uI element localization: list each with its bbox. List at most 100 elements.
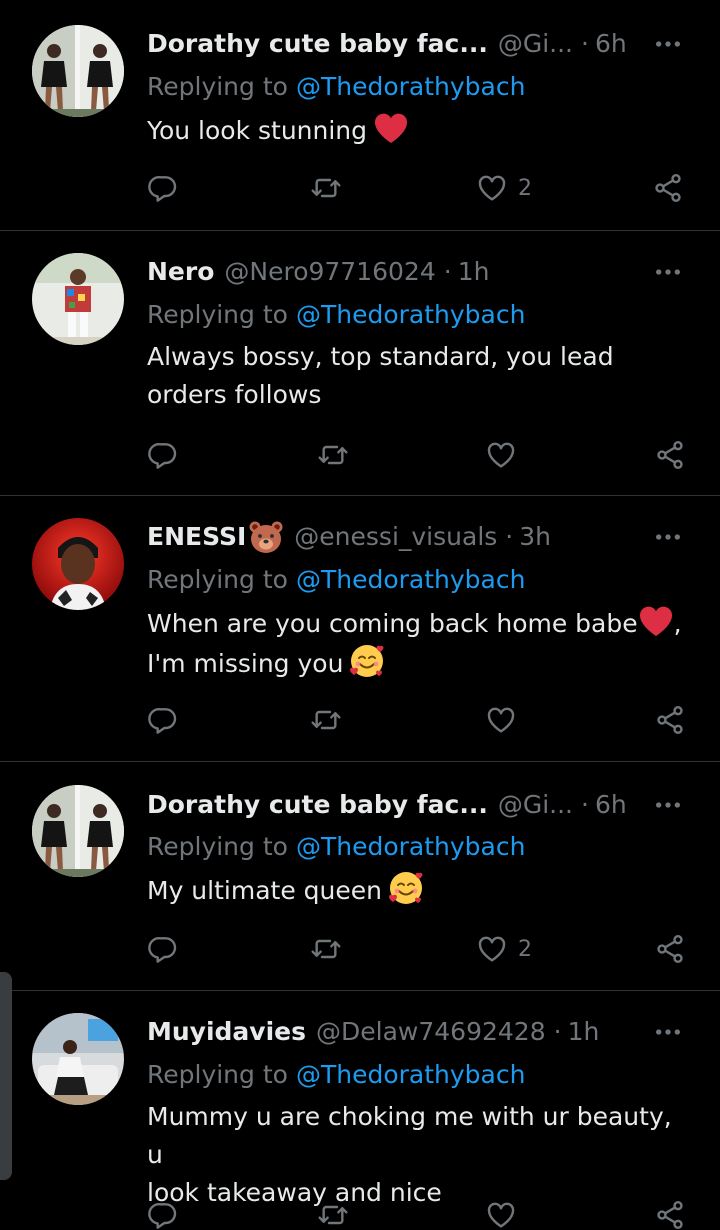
mention-link[interactable]: @Thedorathybach: [296, 1060, 525, 1089]
reply-text-line: Always bossy, top standard, you lead: [147, 342, 614, 371]
bear-face-emoji: [248, 519, 284, 555]
reply-header: Nero @Nero97716024 · 1h: [147, 254, 489, 290]
like-icon: [476, 172, 508, 204]
separator-dot: ·: [581, 790, 589, 819]
action-bar: [147, 700, 692, 740]
user-handle[interactable]: @Gi...: [498, 787, 573, 823]
retweet-icon: [317, 1199, 349, 1230]
display-name[interactable]: Muyidavies: [147, 1014, 306, 1050]
like-button[interactable]: 2: [476, 929, 532, 969]
user-handle[interactable]: @Delaw74692428: [316, 1014, 546, 1050]
replying-to-label: Replying to: [147, 832, 288, 861]
display-name[interactable]: ENESSI: [147, 519, 246, 555]
reply-text-line: Mummy u are choking me with ur beauty, u: [147, 1102, 672, 1169]
share-icon: [654, 933, 686, 965]
timestamp[interactable]: 1h: [568, 1014, 600, 1050]
like-button[interactable]: 2: [476, 168, 532, 208]
retweet-button[interactable]: [317, 1195, 349, 1230]
red-heart-emoji: [373, 110, 409, 146]
timestamp[interactable]: 6h: [595, 787, 627, 823]
scroll-edge-handle[interactable]: [0, 972, 12, 1180]
timestamp[interactable]: 1h: [458, 254, 490, 290]
display-name[interactable]: Dorathy cute baby fac...: [147, 26, 488, 62]
timestamp[interactable]: 3h: [519, 519, 551, 555]
action-bar: [147, 435, 692, 475]
share-icon: [652, 172, 684, 204]
retweet-icon: [310, 172, 342, 204]
reply-button[interactable]: [147, 435, 179, 475]
share-icon: [654, 439, 686, 471]
smiling-face-with-hearts-emoji: [349, 643, 385, 679]
reply-icon: [147, 704, 179, 736]
avatar[interactable]: [32, 785, 124, 877]
reply-header: Dorathy cute baby fac... @Gi... · 6h: [147, 787, 627, 823]
like-icon: [476, 933, 508, 965]
mention-link[interactable]: @Thedorathybach: [296, 832, 525, 861]
user-handle[interactable]: @Gi...: [498, 26, 573, 62]
retweet-button[interactable]: [310, 929, 342, 969]
separator-dot: ·: [581, 29, 589, 58]
avatar[interactable]: [32, 1013, 124, 1105]
avatar[interactable]: [32, 25, 124, 117]
display-name[interactable]: Nero: [147, 254, 214, 290]
reply-text-line: orders follows: [147, 380, 322, 409]
display-name[interactable]: Dorathy cute baby fac...: [147, 787, 488, 823]
reply-button[interactable]: [147, 700, 179, 740]
reply-card[interactable]: ENESSI @enessi_visuals · 3h Replying to @…: [0, 496, 720, 761]
share-button[interactable]: [654, 435, 686, 475]
reply-icon: [147, 1199, 179, 1230]
like-count: 2: [518, 936, 532, 962]
like-icon: [485, 1199, 517, 1230]
reply-text-line: I'm missing you: [147, 649, 344, 678]
separator-dot: ·: [505, 522, 514, 551]
share-button[interactable]: [652, 168, 684, 208]
reply-button[interactable]: [147, 929, 179, 969]
reply-card[interactable]: Nero @Nero97716024 · 1h Replying to @Thed…: [0, 231, 720, 496]
reply-button[interactable]: [147, 1195, 179, 1230]
action-bar: 2: [147, 168, 692, 208]
replying-to: Replying to @Thedorathybach: [147, 829, 525, 865]
red-heart-emoji: [638, 603, 674, 639]
user-handle[interactable]: @enessi_visuals: [294, 519, 497, 555]
retweet-button[interactable]: [317, 435, 349, 475]
share-icon: [654, 1199, 686, 1230]
like-button[interactable]: [485, 1195, 527, 1230]
reply-icon: [147, 172, 179, 204]
more-options-icon[interactable]: [650, 787, 686, 823]
reply-card[interactable]: Dorathy cute baby fac... @Gi... · 6h Rep…: [0, 762, 720, 990]
retweet-button[interactable]: [310, 168, 342, 208]
separator-dot: ·: [553, 1017, 562, 1046]
reply-card[interactable]: Muyidavies @Delaw74692428 · 1h Replying …: [0, 991, 720, 1230]
more-options-icon[interactable]: [650, 519, 686, 555]
retweet-button[interactable]: [310, 700, 342, 740]
reply-header: Dorathy cute baby fac... @Gi... · 6h: [147, 26, 627, 62]
separator-dot: ·: [443, 257, 452, 286]
share-button[interactable]: [654, 1195, 686, 1230]
action-bar: 2: [147, 929, 692, 969]
avatar[interactable]: [32, 518, 124, 610]
reply-text-line: My ultimate queen: [147, 876, 382, 905]
retweet-icon: [317, 439, 349, 471]
more-options-icon[interactable]: [650, 1014, 686, 1050]
retweet-icon: [310, 933, 342, 965]
like-icon: [485, 439, 517, 471]
mention-link[interactable]: @Thedorathybach: [296, 300, 525, 329]
replying-to: Replying to @Thedorathybach: [147, 1057, 525, 1093]
more-options-icon[interactable]: [650, 26, 686, 62]
reply-card[interactable]: Dorathy cute baby fac... @Gi... · 6h Rep…: [0, 0, 720, 231]
like-button[interactable]: [485, 700, 527, 740]
mention-link[interactable]: @Thedorathybach: [296, 72, 525, 101]
reply-icon: [147, 933, 179, 965]
share-button[interactable]: [654, 700, 686, 740]
reply-text: You look stunning: [147, 110, 692, 150]
share-button[interactable]: [654, 929, 686, 969]
avatar[interactable]: [32, 253, 124, 345]
reply-button[interactable]: [147, 168, 179, 208]
more-options-icon[interactable]: [650, 254, 686, 290]
mention-link[interactable]: @Thedorathybach: [296, 565, 525, 594]
replying-to: Replying to @Thedorathybach: [147, 297, 525, 333]
user-handle[interactable]: @Nero97716024: [224, 254, 435, 290]
replying-to-label: Replying to: [147, 565, 288, 594]
like-button[interactable]: [485, 435, 527, 475]
timestamp[interactable]: 6h: [595, 26, 627, 62]
